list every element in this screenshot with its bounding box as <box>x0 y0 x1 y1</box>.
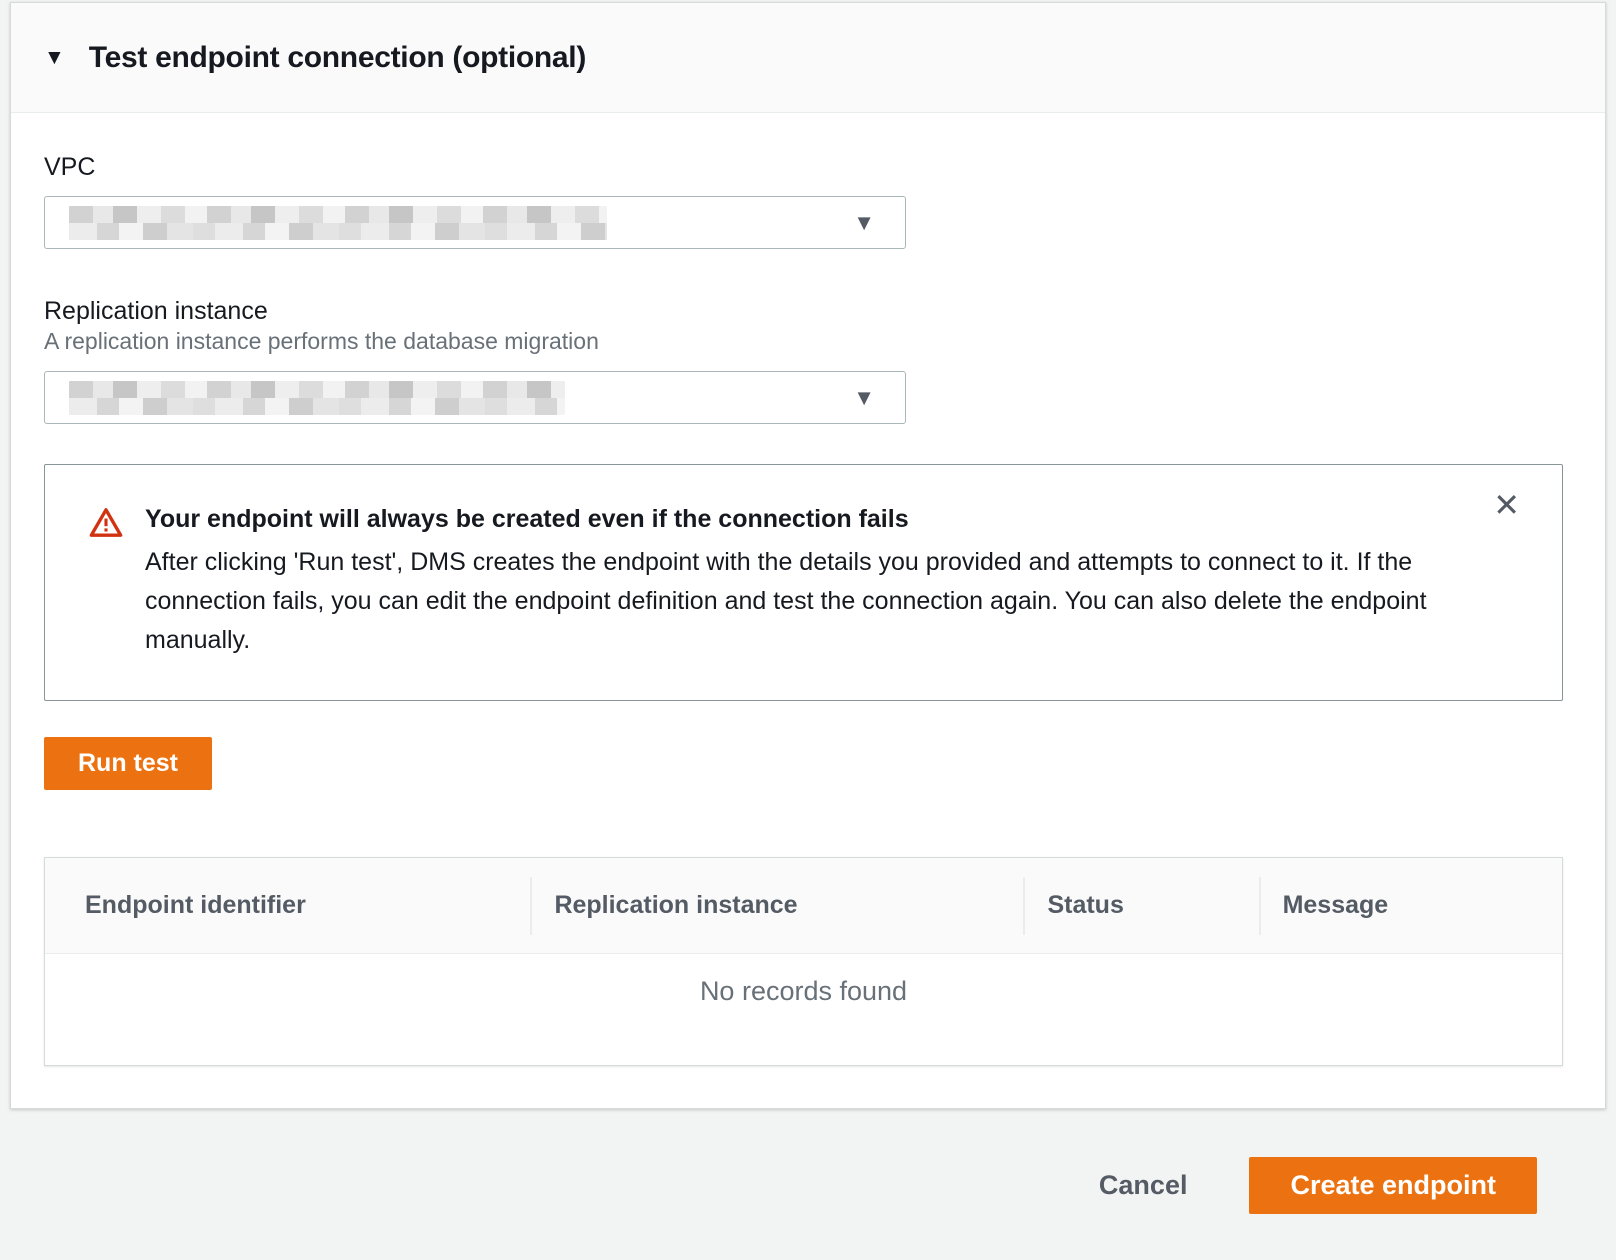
cancel-button[interactable]: Cancel <box>1099 1170 1188 1201</box>
run-test-button[interactable]: Run test <box>44 737 212 790</box>
table-empty-state: No records found <box>45 954 1562 1065</box>
section-header[interactable]: ▼ Test endpoint connection (optional) <box>11 3 1605 113</box>
replication-instance-label: Replication instance <box>44 297 1563 326</box>
section-title: Test endpoint connection (optional) <box>89 41 586 75</box>
close-icon[interactable]: ✕ <box>1493 489 1520 521</box>
column-header-status: Status <box>1023 891 1258 920</box>
chevron-down-icon: ▼ <box>853 212 875 234</box>
test-endpoint-connection-panel: ▼ Test endpoint connection (optional) VP… <box>10 2 1606 1109</box>
warning-icon <box>89 507 123 660</box>
chevron-down-icon: ▼ <box>853 387 875 409</box>
replication-instance-description: A replication instance performs the data… <box>44 328 1563 355</box>
action-footer: Cancel Create endpoint <box>0 1109 1616 1214</box>
section-body: VPC ▼ Replication instance A replication… <box>11 113 1605 1108</box>
column-header-message: Message <box>1259 891 1562 920</box>
column-header-replication-instance: Replication instance <box>530 891 1023 920</box>
vpc-label: VPC <box>44 153 1563 182</box>
redacted-replication-value <box>69 381 565 415</box>
column-header-endpoint-identifier: Endpoint identifier <box>45 891 530 920</box>
collapse-caret-icon[interactable]: ▼ <box>44 47 65 68</box>
table-header-row: Endpoint identifier Replication instance… <box>45 858 1562 954</box>
warning-alert-content: Your endpoint will always be created eve… <box>145 505 1442 660</box>
warning-alert: Your endpoint will always be created eve… <box>44 464 1563 701</box>
replication-instance-select[interactable]: ▼ <box>44 371 906 424</box>
vpc-select[interactable]: ▼ <box>44 196 906 249</box>
warning-alert-body: After clicking 'Run test', DMS creates t… <box>145 543 1442 660</box>
redacted-vpc-value <box>69 206 607 240</box>
create-endpoint-button[interactable]: Create endpoint <box>1249 1157 1537 1214</box>
test-results-table: Endpoint identifier Replication instance… <box>44 857 1563 1066</box>
warning-alert-title: Your endpoint will always be created eve… <box>145 505 1442 534</box>
